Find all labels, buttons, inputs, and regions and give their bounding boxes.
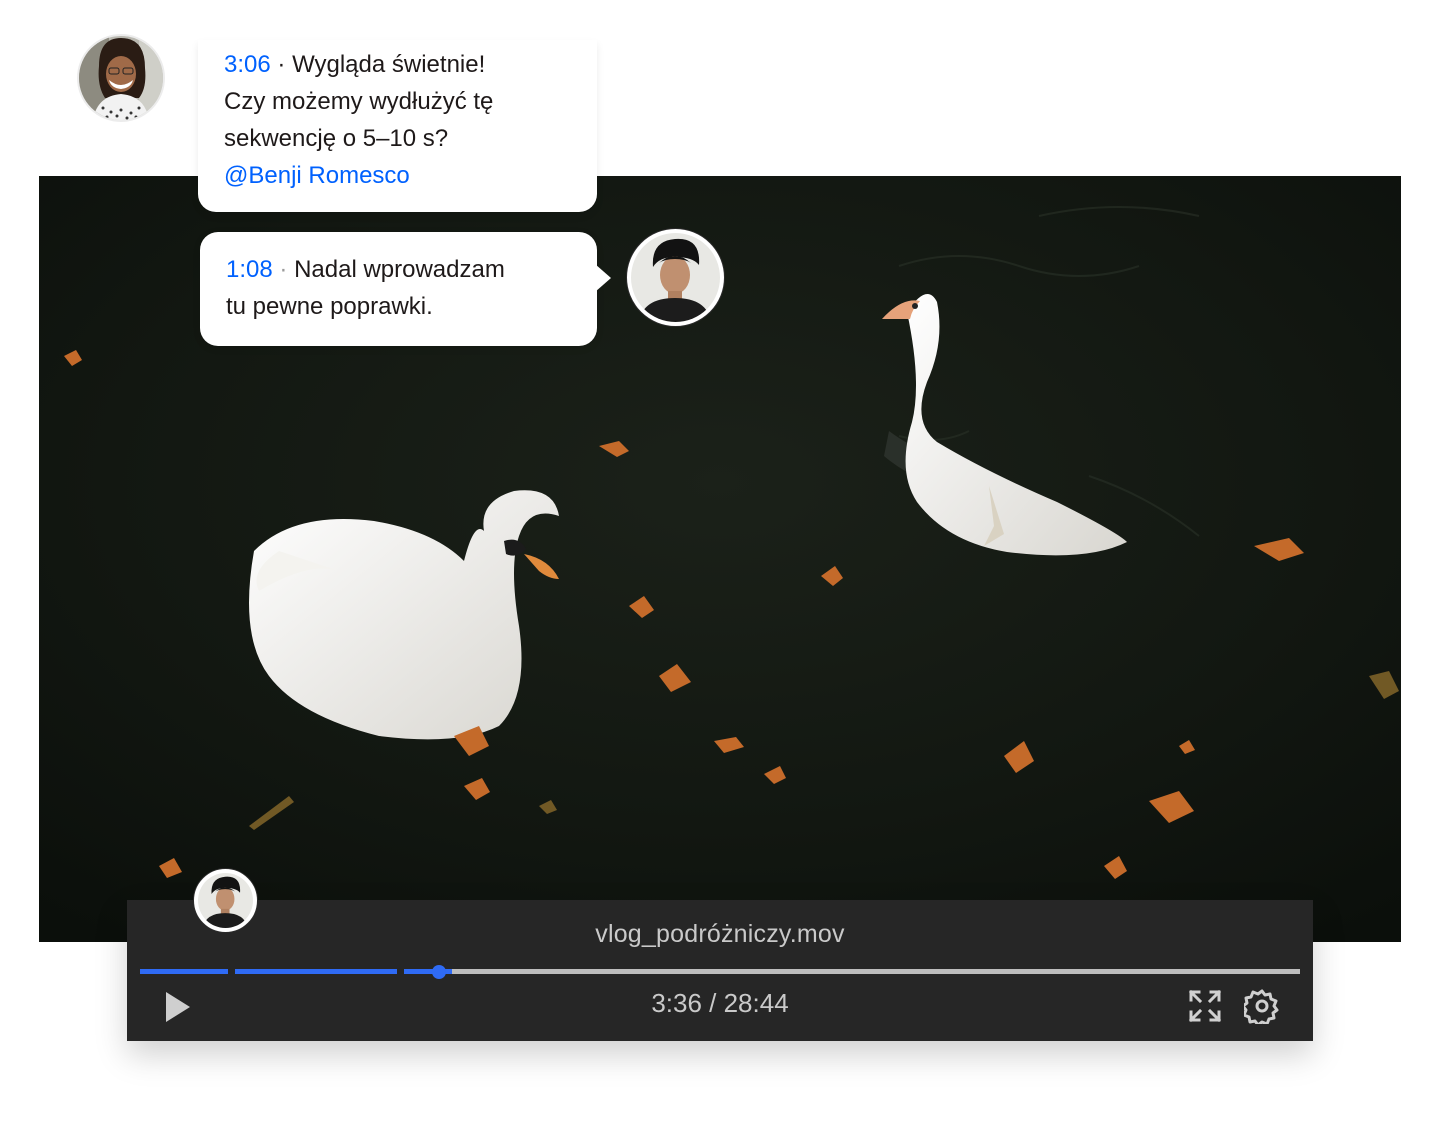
avatar-woman-image — [79, 36, 163, 120]
comment-1-mention[interactable]: @Benji Romesco — [224, 157, 571, 194]
timeline-comment-avatar[interactable] — [194, 869, 257, 932]
comment-2-separator: · — [279, 256, 288, 283]
avatar-commenter-1[interactable] — [77, 34, 165, 122]
seek-segment-comment-1[interactable] — [140, 969, 228, 974]
settings-button[interactable] — [1241, 988, 1280, 1027]
comment-2-timestamp[interactable]: 1:08 — [226, 256, 273, 283]
duration: 28:44 — [723, 988, 789, 1018]
play-button[interactable] — [163, 990, 193, 1024]
seek-segment-remaining[interactable] — [452, 969, 1300, 974]
avatar-man-image — [631, 233, 720, 322]
file-name: vlog_podróżniczy.mov — [595, 920, 845, 948]
comment-1-text-2: Czy możemy wydłużyć tę — [224, 88, 494, 115]
gear-icon — [1241, 989, 1279, 1027]
comment-1-line-1: 3:06 · Wygląda świetnie! — [224, 46, 571, 83]
comment-1-separator: · — [277, 51, 286, 78]
seek-bar[interactable] — [140, 969, 1300, 974]
fullscreen-icon — [1188, 989, 1222, 1023]
comment-2-line-1: 1:08 · Nadal wprowadzam — [226, 251, 571, 288]
play-icon — [166, 992, 190, 1022]
comment-bubble-1[interactable]: 3:06 · Wygląda świetnie! Czy możemy wydł… — [198, 40, 597, 212]
comment-2-text-2: tu pewne poprawki. — [226, 293, 433, 320]
fullscreen-button[interactable] — [1188, 989, 1222, 1023]
time-readout: 3:36 / 28:44 — [127, 988, 1313, 1019]
time-separator: / — [701, 988, 724, 1018]
seek-handle[interactable] — [432, 965, 446, 979]
avatar-man-small-image — [198, 873, 253, 928]
avatar-commenter-2[interactable] — [627, 229, 724, 326]
seek-segment-comment-2[interactable] — [235, 969, 397, 974]
video-player-controls: vlog_podróżniczy.mov 3:36 / 28:44 — [127, 900, 1313, 1041]
comment-bubble-2[interactable]: 1:08 · Nadal wprowadzam tu pewne poprawk… — [200, 232, 611, 346]
comment-1-text-3: sekwencję o 5–10 s? — [224, 125, 449, 152]
comment-1-text-1: Wygląda świetnie! — [292, 51, 486, 78]
current-time: 3:36 — [651, 988, 702, 1018]
comment-2-text-1: Nadal wprowadzam — [294, 256, 505, 283]
comment-1-timestamp[interactable]: 3:06 — [224, 51, 271, 78]
